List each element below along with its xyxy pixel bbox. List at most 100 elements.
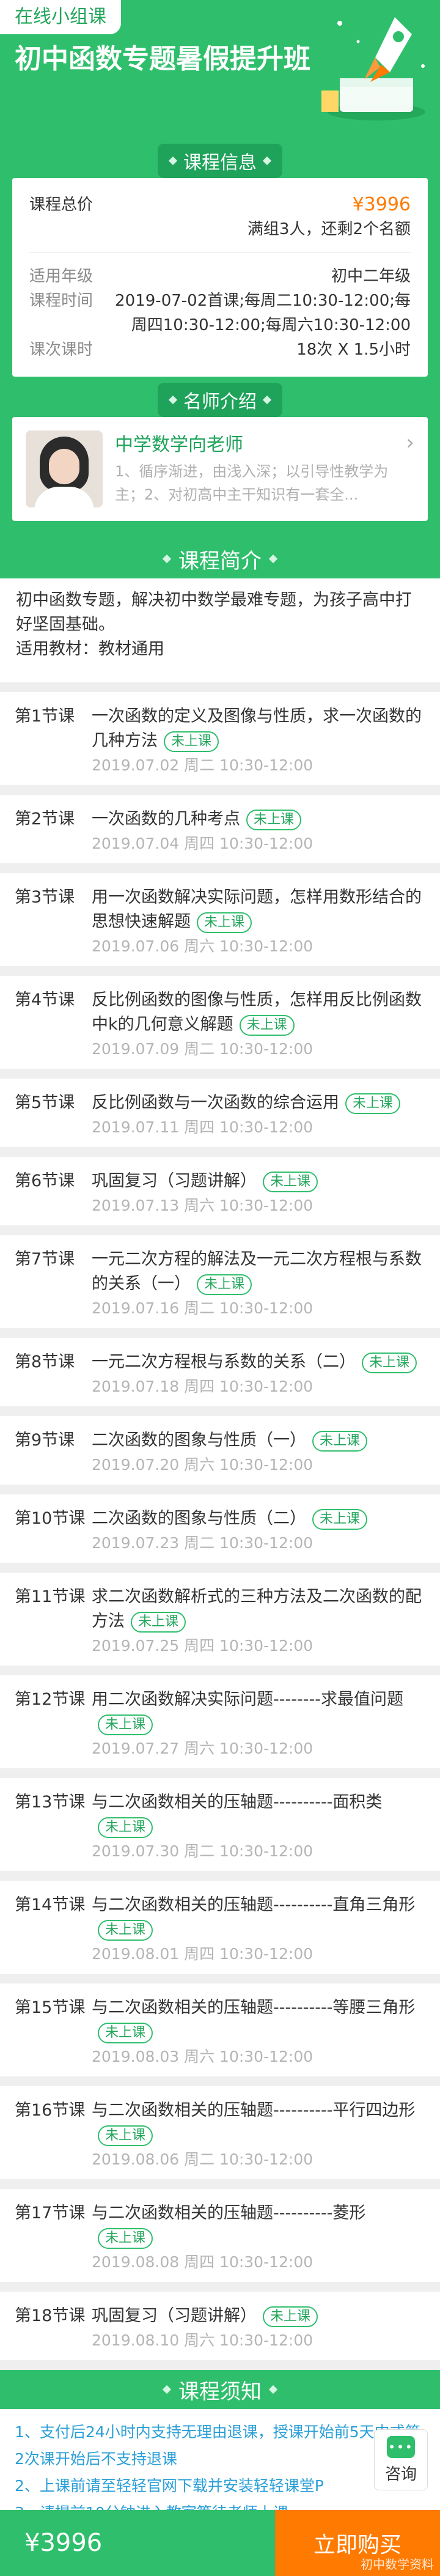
lesson-item[interactable]: 第16节课 与二次函数相关的压轴题----------平行四边形未上课 2019.0… [0,2086,440,2189]
lesson-date: 2019.07.16 周二 10:30-12:00 [92,1299,314,1317]
lesson-item[interactable]: 第3节课 用一次函数解决实际问题，怎样用数形结合的思想快速解题 未上课 2019.07… [0,873,440,976]
teacher-heading-text: 名师介绍 [183,391,257,413]
lesson-item[interactable]: 第8节课 一元二次方程根与系数的关系（二） 未上课 2019.07.18 周四 10:… [0,1338,440,1416]
lesson-date: 2019.08.08 周四 10:30-12:00 [92,2253,314,2271]
lesson-title: 巩固复习（习题讲解） [92,1172,257,1190]
status-badge: 未上课 [98,2125,153,2146]
lesson-item[interactable]: 第10节课 二次函数的图象与性质（二） 未上课 2019.07.23 周二 10:30… [0,1494,440,1573]
lesson-number: 第4节课 [15,991,75,1009]
notice-item: 2、上课前请至轻轻官网下载并安装轻轻课堂P [15,2477,324,2495]
course-detail-page: 在线小组课 初中函数专题暑假提升班 课程信息 课程总价 ¥3996 满组3人，还… [0,0,440,2576]
intro-heading-text: 课程简介 [178,548,262,574]
status-badge: 未上课 [345,1093,401,1114]
chat-bubble-icon: ••• [387,2435,415,2458]
quota-text: 满组3人，还剩2个名额 [247,220,411,238]
lesson-item[interactable]: 第14节课 与二次函数相关的压轴题----------直角三角形未上课 2019.0… [0,1881,440,1984]
diamond-icon [262,395,272,405]
lesson-date: 2019.07.25 周四 10:30-12:00 [92,1637,314,1655]
lesson-title: 二次函数的图象与性质（二） [92,1509,306,1528]
lesson-number: 第13节课 [15,1793,86,1812]
lesson-number: 第14节课 [15,1895,86,1914]
count-label: 课次课时 [29,341,94,359]
status-badge: 未上课 [98,1714,153,1735]
consult-button[interactable]: ••• 咨询 [374,2429,428,2490]
teacher-name: 中学数学向老师 [115,434,243,456]
status-badge: 未上课 [263,1171,318,1192]
lesson-title: 与二次函数相关的压轴题----------面积类 [92,1793,383,1812]
teacher-card[interactable]: 中学数学向老师 1、循序渐进，由浅入深；以引导性教学为主；2、对初高中主干知识有… [12,417,428,521]
status-badge: 未上课 [98,1919,153,1941]
lesson-list: 第1节课 一次函数的定义及图像与性质，求一次函数的几种方法 未上课 2019.07.0… [0,692,440,2370]
lesson-title: 一元二次方程的解法及一元二次方程根与系数的关系（一） [92,1250,422,1293]
status-badge: 未上课 [246,809,302,830]
lesson-item[interactable]: 第18节课 巩固复习（习题讲解） 未上课 2019.08.10 周六 10:30-12… [0,2292,440,2370]
lesson-number: 第18节课 [15,2306,86,2325]
notice-item: 1、支付后24小时内支持无理由退课，授课开始前5天内或第2次课开始后不支持退课 [15,2423,420,2468]
lesson-item[interactable]: 第4节课 反比例函数的图像与性质，怎样用反比例函数中k的几何意义解题 未上课 2019… [0,976,440,1079]
intro-material: 适用教材：教材通用 [16,640,164,659]
lesson-item[interactable]: 第7节课 一元二次方程的解法及一元二次方程根与系数的关系（一） 未上课 2019.07… [0,1235,440,1338]
status-badge: 未上课 [312,1430,368,1452]
course-type-tag: 在线小组课 [0,0,121,34]
lesson-number: 第8节课 [15,1353,75,1371]
course-info-section: 课程信息 课程总价 ¥3996 满组3人，还剩2个名额 适用年级 初中二年级 课… [0,144,440,539]
status-badge: 未上课 [263,2306,318,2327]
course-info-card: 课程总价 ¥3996 满组3人，还剩2个名额 适用年级 初中二年级 课程时间 2… [12,178,428,377]
status-badge: 未上课 [164,731,219,752]
lesson-number: 第9节课 [15,1431,75,1450]
lesson-item[interactable]: 第5节课 反比例函数与一次函数的综合运用 未上课 2019.07.11 周四 10:3… [0,1079,440,1157]
time-value: 2019-07-02首课;每周二10:30-12:00;每周四10:30-12:… [115,292,411,334]
status-badge: 未上课 [131,1611,186,1633]
lesson-number: 第7节课 [15,1250,75,1269]
lesson-title: 反比例函数与一次函数的综合运用 [92,1093,339,1112]
lesson-title: 与二次函数相关的压轴题----------菱形 [92,2204,366,2223]
lesson-date: 2019.07.02 周二 10:30-12:00 [92,756,314,774]
lesson-date: 2019.08.10 周六 10:30-12:00 [92,2331,314,2349]
lesson-number: 第11节课 [15,1587,86,1606]
price-label: 课程总价 [29,196,94,214]
lesson-title: 与二次函数相关的压轴题----------等腰三角形 [92,1998,416,2017]
lesson-date: 2019.07.04 周四 10:30-12:00 [92,835,314,852]
count-value: 18次 X 1.5小时 [296,341,411,359]
lesson-item[interactable]: 第13节课 与二次函数相关的压轴题----------面积类未上课 2019.07.… [0,1778,440,1881]
diamond-icon [268,554,278,564]
bottom-price: ¥3996 [0,2510,275,2576]
lesson-date: 2019.07.06 周六 10:30-12:00 [92,937,314,955]
time-label: 课程时间 [29,292,94,310]
intro-text: 初中函数专题，解决初中数学最难专题，为孩子高中打好坚固基础。 [16,591,412,634]
course-info-heading-text: 课程信息 [183,152,257,174]
lesson-item[interactable]: 第12节课 用二次函数解决实际问题--------求最值问题未上课 2019.07.… [0,1675,440,1778]
lesson-date: 2019.07.13 周六 10:30-12:00 [92,1197,314,1214]
bottom-bar: ¥3996 立即购买 初中数学资料 [0,2510,440,2576]
lesson-number: 第16节课 [15,2101,86,2120]
consult-label: 咨询 [384,2465,417,2484]
lesson-title: 一元二次方程根与系数的关系（二） [92,1353,356,1371]
lesson-number: 第2节课 [15,810,75,829]
lesson-item[interactable]: 第15节课 与二次函数相关的压轴题----------等腰三角形未上课 2019.0… [0,1984,440,2086]
status-badge: 未上课 [98,2022,153,2043]
lesson-number: 第3节课 [15,888,75,907]
lesson-item[interactable]: 第9节课 二次函数的图象与性质（一） 未上课 2019.07.20 周六 10:30-… [0,1416,440,1494]
lesson-number: 第1节课 [15,707,75,726]
diamond-icon [168,395,178,405]
course-title: 初中函数专题暑假提升班 [15,43,310,75]
lesson-title: 用二次函数解决实际问题--------求最值问题 [92,1690,403,1709]
diamond-icon [262,156,272,166]
lesson-item[interactable]: 第2节课 一次函数的几种考点 未上课 2019.07.04 周四 10:30-12:0… [0,795,440,873]
lesson-date: 2019.07.11 周四 10:30-12:00 [92,1118,314,1136]
header-banner: 在线小组课 初中函数专题暑假提升班 [0,0,440,144]
lesson-item[interactable]: 第6节课 巩固复习（习题讲解） 未上课 2019.07.13 周六 10:30-12:… [0,1157,440,1235]
lesson-number: 第15节课 [15,1998,86,2017]
grade-label: 适用年级 [29,267,94,286]
status-badge: 未上课 [362,1352,417,1373]
lesson-item[interactable]: 第11节课 求二次函数解析式的三种方法及二次函数的配方法 未上课 2019.07.25… [0,1573,440,1675]
lesson-title: 一次函数的几种考点 [92,810,240,829]
course-info-heading: 课程信息 [158,144,282,178]
teacher-avatar [26,430,103,507]
lesson-item[interactable]: 第1节课 一次函数的定义及图像与性质，求一次函数的几种方法 未上课 2019.07.0… [0,692,440,795]
lesson-number: 第6节课 [15,1172,75,1190]
lesson-title: 与二次函数相关的压轴题----------直角三角形 [92,1895,416,1914]
grade-value: 初中二年级 [331,267,411,286]
lesson-date: 2019.08.03 周六 10:30-12:00 [92,2048,314,2065]
lesson-item[interactable]: 第17节课 与二次函数相关的压轴题----------菱形未上课 2019.08.0… [0,2189,440,2292]
